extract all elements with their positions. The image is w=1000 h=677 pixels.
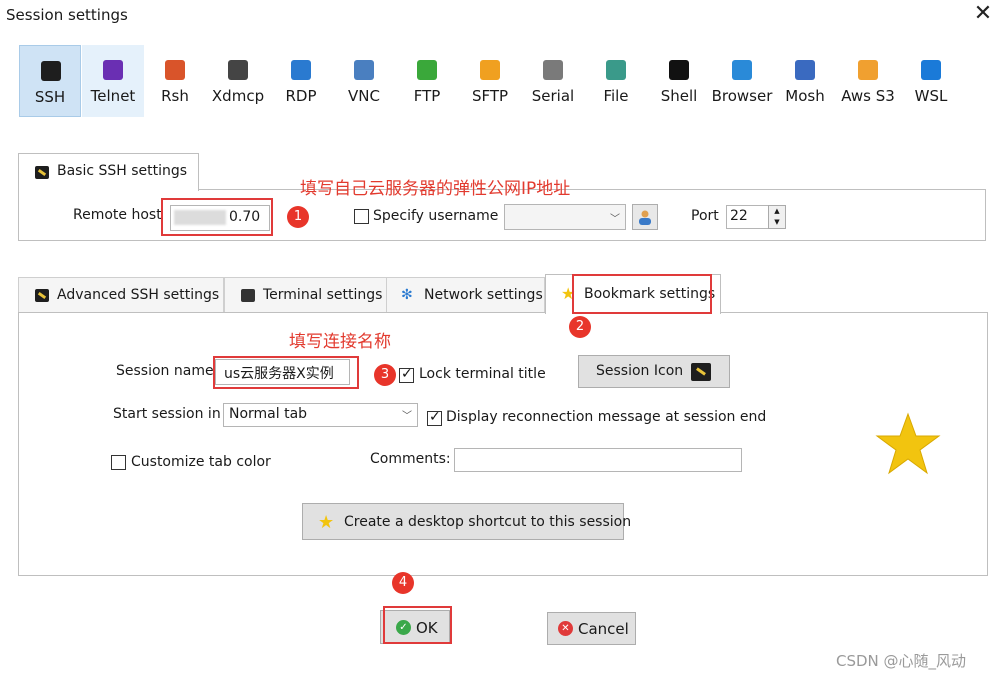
chevron-down-icon: ﹀ — [610, 214, 620, 225]
tab-basic-ssh-settings[interactable]: Basic SSH settings — [18, 153, 199, 191]
session-name-label: Session name: — [116, 363, 219, 379]
browser-icon — [732, 60, 752, 80]
network-icon: ✻ — [401, 287, 413, 303]
toolbar-item-sftp[interactable]: SFTP — [459, 45, 521, 117]
tab-label: Network settings — [424, 287, 543, 303]
toolbar-item-wsl[interactable]: WSL — [900, 45, 962, 117]
ssh-key-icon — [35, 289, 49, 302]
rsh-icon — [165, 60, 185, 80]
start-session-value: Normal tab — [229, 406, 308, 422]
tab-network-settings[interactable]: ✻ Network settings — [386, 277, 545, 313]
toolbar-item-file[interactable]: File — [585, 45, 647, 117]
chevron-down-icon: ﹀ — [402, 411, 412, 422]
tab-label: Terminal settings — [263, 287, 383, 303]
port-input[interactable]: 22 — [726, 205, 769, 229]
remote-host-label: Remote host — [73, 207, 162, 223]
toolbar-item-serial[interactable]: Serial — [522, 45, 584, 117]
lock-terminal-title-checkbox[interactable] — [399, 366, 414, 383]
port-value: 22 — [730, 208, 748, 224]
annotation-name-note: 填写连接名称 — [289, 332, 391, 352]
tab-label: Advanced SSH settings — [57, 287, 220, 303]
annotation-host-note: 填写自己云服务器的弹性公网IP地址 — [300, 179, 571, 199]
xdmcp-icon — [228, 60, 248, 80]
cancel-button[interactable]: ✕ Cancel — [547, 612, 636, 645]
toolbar-item-xdmcp[interactable]: Xdmcp — [207, 45, 269, 117]
terminal-icon — [241, 289, 255, 302]
serial-icon — [543, 60, 563, 80]
port-spinner[interactable]: ▲ ▼ — [768, 205, 786, 229]
start-session-select[interactable]: Normal tab ﹀ — [223, 403, 418, 427]
create-shortcut-label: Create a desktop shortcut to this sessio… — [344, 514, 632, 530]
user-manager-button[interactable] — [632, 204, 658, 230]
start-session-label: Start session in — [113, 406, 221, 422]
aws-s3-icon — [858, 60, 878, 80]
highlight-box-bookmark — [572, 274, 712, 314]
ftp-icon — [417, 60, 437, 80]
step-badge-1: 1 — [287, 206, 309, 228]
session-icon-button[interactable]: Session Icon — [578, 355, 730, 388]
highlight-box-host — [161, 198, 273, 236]
session-icon-button-label: Session Icon — [596, 363, 684, 379]
sftp-icon — [480, 60, 500, 80]
bookmark-star-icon — [875, 412, 941, 476]
display-reconnect-checkbox[interactable] — [427, 409, 442, 426]
mosh-icon — [795, 60, 815, 80]
port-label: Port — [691, 208, 719, 224]
toolbar-item-label: WSL — [914, 87, 948, 105]
toolbar-item-vnc[interactable]: VNC — [333, 45, 395, 117]
cancel-label: Cancel — [578, 620, 629, 638]
highlight-box-ok — [383, 606, 452, 644]
toolbar-item-browser[interactable]: Browser — [711, 45, 773, 117]
user-icon — [638, 209, 652, 225]
window-title: Session settings — [6, 6, 128, 24]
file-icon — [606, 60, 626, 80]
step-badge-3: 3 — [374, 364, 396, 386]
toolbar-item-aws-s3[interactable]: Aws S3 — [837, 45, 899, 117]
step-badge-2: 2 — [569, 316, 591, 338]
toolbar-item-ftp[interactable]: FTP — [396, 45, 458, 117]
wsl-icon — [921, 60, 941, 80]
ssh-key-icon — [41, 61, 61, 81]
watermark: CSDN @心随_风动 — [836, 652, 967, 670]
star-icon: ★ — [318, 512, 335, 533]
toolbar-item-rsh[interactable]: Rsh — [144, 45, 206, 117]
create-shortcut-button[interactable]: ★ Create a desktop shortcut to this sess… — [302, 503, 631, 540]
toolbar-item-rdp[interactable]: RDP — [270, 45, 332, 117]
customize-tab-color-label: Customize tab color — [131, 454, 271, 470]
lock-terminal-title-label: Lock terminal title — [419, 366, 546, 382]
comments-input[interactable] — [454, 448, 742, 472]
specify-username-label: Specify username — [373, 208, 499, 224]
cancel-icon: ✕ — [558, 621, 573, 636]
tab-terminal-settings[interactable]: Terminal settings — [224, 277, 387, 313]
ssh-key-icon — [35, 166, 49, 179]
toolbar-item-ssh[interactable]: SSH — [19, 45, 81, 117]
telnet-icon — [103, 60, 123, 80]
step-badge-4: 4 — [392, 572, 414, 594]
toolbar-item-mosh[interactable]: Mosh — [774, 45, 836, 117]
ssh-key-icon — [691, 363, 711, 381]
username-select[interactable]: ﹀ — [504, 204, 626, 230]
shell-icon — [669, 60, 689, 80]
tab-advanced-ssh-settings[interactable]: Advanced SSH settings — [18, 277, 224, 313]
tab-label: Basic SSH settings — [57, 163, 188, 179]
comments-label: Comments: — [370, 451, 451, 467]
display-reconnect-label: Display reconnection message at session … — [446, 409, 767, 425]
customize-tab-color-checkbox[interactable] — [111, 455, 126, 470]
highlight-box-session-name — [213, 356, 359, 389]
toolbar-item-telnet[interactable]: Telnet — [82, 45, 144, 117]
vnc-icon — [354, 60, 374, 80]
rdp-icon — [291, 60, 311, 80]
toolbar-item-shell[interactable]: Shell — [648, 45, 710, 117]
specify-username-checkbox[interactable] — [354, 209, 369, 224]
close-icon[interactable]: ✕ — [968, 0, 998, 28]
